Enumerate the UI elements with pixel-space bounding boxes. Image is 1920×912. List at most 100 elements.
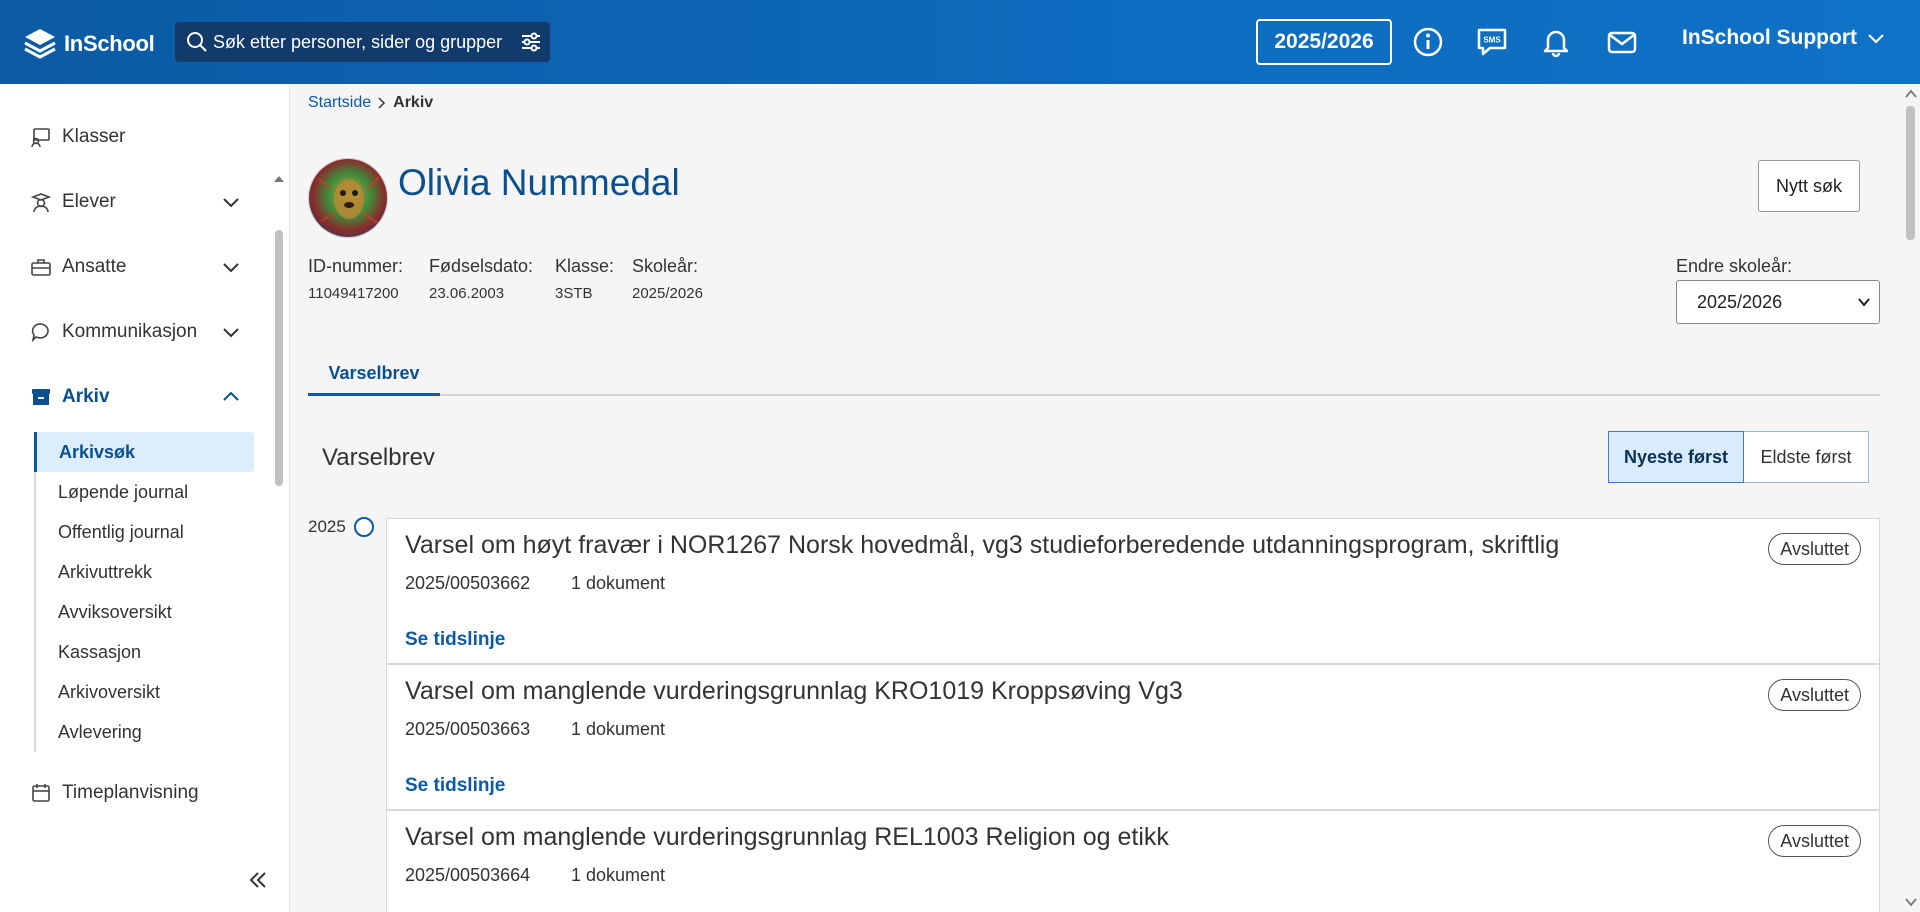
info-label: Klasse:	[555, 256, 615, 276]
avatar	[308, 158, 388, 238]
sidebar-item-klasser[interactable]: Klasser	[30, 122, 240, 152]
letter-id: 2025/00503662	[405, 573, 531, 593]
top-bar: InSchool 2025/2026 SMS InScho	[0, 0, 1920, 84]
info-icon[interactable]	[1412, 26, 1444, 58]
sms-icon[interactable]: SMS	[1476, 26, 1508, 58]
info-school-year: Skoleår: 2025/2026	[632, 256, 703, 302]
chevron-right-icon	[378, 97, 386, 109]
see-timeline-link[interactable]: Se tidslinje	[405, 629, 505, 651]
new-search-button[interactable]: Nytt søk	[1758, 160, 1860, 212]
sidebar-subitem-avviksoversikt[interactable]: Avviksoversikt	[34, 592, 254, 632]
status-badge: Avsluttet	[1768, 679, 1861, 711]
page-scrollbar[interactable]	[1900, 84, 1920, 912]
filter-icon[interactable]	[520, 31, 542, 53]
sidebar-item-elever[interactable]: Elever	[30, 187, 240, 217]
info-value: 23.06.2003	[429, 285, 505, 302]
scroll-down-icon[interactable]	[1904, 896, 1918, 908]
sidebar-item-label: Ansatte	[62, 256, 127, 277]
info-id: ID-nummer: 11049417200	[308, 256, 403, 302]
app-logo[interactable]: InSchool	[22, 26, 155, 62]
info-birthdate: Fødselsdato: 23.06.2003	[429, 256, 533, 302]
sidebar-item-timeplanvisning[interactable]: Timeplanvisning	[30, 778, 240, 808]
info-class: Klasse: 3STB	[555, 256, 614, 302]
letter-title: Varsel om manglende vurderingsgrunnlag R…	[405, 823, 1169, 851]
sidebar-item-label: Arkiv	[62, 386, 110, 407]
sidebar-item-label: Klasser	[62, 126, 126, 147]
main-content: Startside Arkiv Olivia Nummedal Nytt søk	[290, 84, 1900, 912]
chevron-up-icon	[223, 391, 239, 401]
sidebar-subitem-arkivsok[interactable]: Arkivsøk	[34, 432, 254, 472]
letter-doc-count: 1 dokument	[571, 719, 666, 739]
letter-doc-count: 1 dokument	[571, 573, 666, 593]
change-year-label: Endre skoleår:	[1676, 256, 1793, 276]
sidebar-subitem-lopende-journal[interactable]: Løpende journal	[34, 472, 254, 512]
search-input[interactable]	[213, 30, 505, 54]
collapse-sidebar-icon[interactable]	[246, 868, 270, 892]
sidebar-item-label: Timeplanvisning	[62, 782, 199, 803]
timeline-year: 2025	[308, 517, 374, 537]
info-label: Skoleår:	[632, 256, 699, 276]
breadcrumb: Startside Arkiv	[308, 94, 433, 112]
user-menu[interactable]: InSchool Support	[1682, 26, 1885, 50]
scroll-up-icon[interactable]	[1904, 88, 1918, 100]
chevron-down-icon	[223, 198, 239, 208]
sidebar-subitem-kassasjon[interactable]: Kassasjon	[34, 632, 254, 672]
change-year-value: 2025/2026	[1697, 291, 1783, 312]
status-badge: Avsluttet	[1768, 533, 1861, 565]
chevron-down-icon	[223, 263, 239, 273]
timeline-year-label: 2025	[308, 517, 346, 536]
bell-icon[interactable]	[1540, 26, 1572, 58]
section-title: Varselbrev	[322, 444, 435, 471]
sort-newest-button[interactable]: Nyeste først	[1608, 431, 1744, 483]
breadcrumb-current: Arkiv	[393, 94, 434, 111]
letter-card: Varsel om manglende vurderingsgrunnlag R…	[386, 810, 1880, 912]
search-icon	[187, 32, 207, 52]
school-year-button[interactable]: 2025/2026	[1256, 19, 1392, 65]
archive-icon	[32, 389, 50, 405]
letter-card: Varsel om høyt fravær i NOR1267 Norsk ho…	[386, 518, 1880, 664]
change-year-select[interactable]: 2025/2026	[1676, 280, 1880, 324]
sidebar-subitem-arkivuttrekk[interactable]: Arkivuttrekk	[34, 552, 254, 592]
mail-icon[interactable]	[1606, 26, 1638, 58]
sidebar-subitem-offentlig-journal[interactable]: Offentlig journal	[34, 512, 254, 552]
student-icon	[30, 193, 52, 213]
global-search[interactable]	[175, 22, 550, 62]
letter-id: 2025/00503664	[405, 865, 531, 885]
chevron-down-icon	[1858, 298, 1870, 307]
sidebar-subitem-avlevering[interactable]: Avlevering	[34, 712, 254, 752]
logo-text: InSchool	[64, 31, 155, 56]
user-name: InSchool Support	[1682, 26, 1857, 49]
sidebar-item-ansatte[interactable]: Ansatte	[30, 252, 240, 282]
info-label: ID-nummer:	[308, 256, 404, 276]
sort-oldest-button[interactable]: Eldste først	[1744, 431, 1869, 483]
tab-bar: Varselbrev	[308, 354, 1880, 396]
sidebar-item-arkiv[interactable]: Arkiv	[30, 382, 240, 412]
logo-icon	[24, 29, 56, 59]
person-name: Olivia Nummedal	[398, 162, 680, 203]
chevron-down-icon	[1868, 34, 1884, 44]
sms-label: SMS	[1483, 36, 1501, 45]
sidebar-scroll-thumb[interactable]	[275, 230, 283, 486]
briefcase-icon	[31, 259, 51, 276]
calendar-icon	[32, 784, 50, 802]
sidebar-item-kommunikasjon[interactable]: Kommunikasjon	[30, 317, 240, 347]
class-icon	[31, 128, 50, 148]
letter-title: Varsel om manglende vurderingsgrunnlag K…	[405, 677, 1183, 705]
see-timeline-link[interactable]: Se tidslinje	[405, 775, 505, 797]
info-value: 2025/2026	[632, 285, 703, 302]
chat-icon	[31, 323, 49, 343]
sidebar: Klasser Elever Ansatte Kommunikasjon Ark…	[0, 84, 290, 912]
tab-varselbrev[interactable]: Varselbrev	[308, 354, 440, 396]
chevron-down-icon	[223, 328, 239, 338]
page-scroll-thumb[interactable]	[1906, 106, 1915, 240]
sort-toggle: Nyeste først Eldste først	[1608, 431, 1869, 483]
letter-doc-count: 1 dokument	[571, 865, 666, 885]
breadcrumb-home-link[interactable]: Startside	[308, 94, 371, 112]
sidebar-item-label: Kommunikasjon	[62, 321, 198, 342]
scroll-up-icon[interactable]	[272, 172, 286, 186]
sidebar-scrollbar[interactable]	[272, 168, 286, 912]
info-value: 11049417200	[308, 285, 399, 302]
profile-photo	[309, 159, 387, 237]
sidebar-item-label: Elever	[62, 191, 116, 212]
sidebar-subitem-arkivoversikt[interactable]: Arkivoversikt	[34, 672, 254, 712]
